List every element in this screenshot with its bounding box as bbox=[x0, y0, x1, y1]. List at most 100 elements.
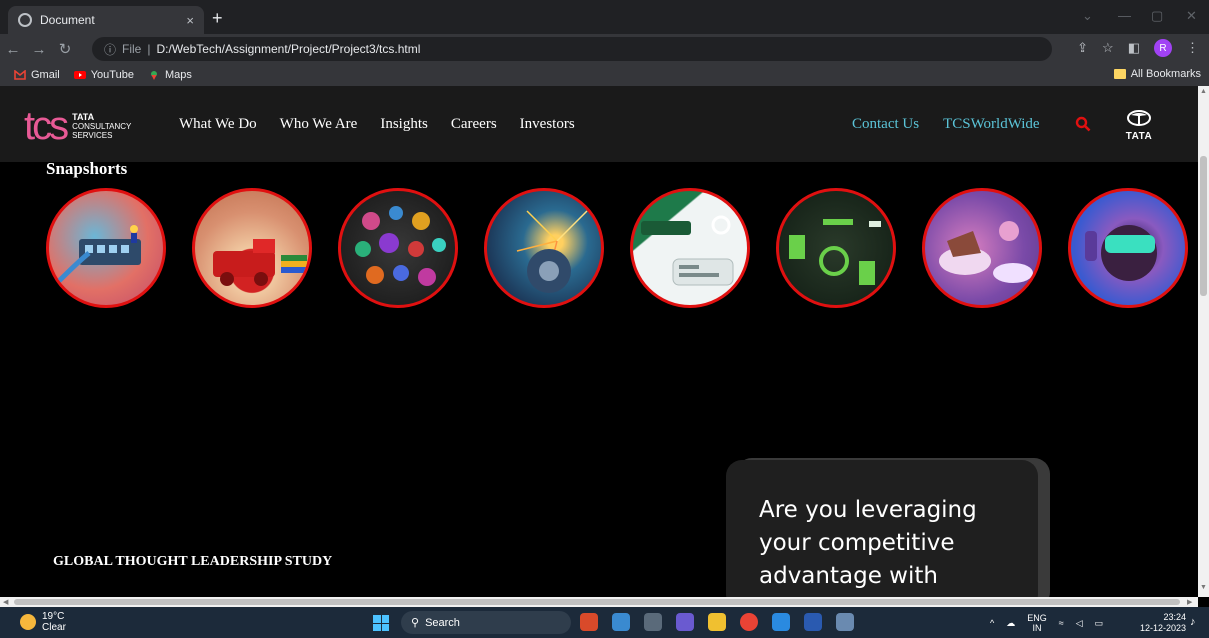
clock-time: 23:24 bbox=[1163, 612, 1187, 622]
nav-what-we-do[interactable]: What We Do bbox=[179, 116, 257, 133]
word-app-icon[interactable] bbox=[804, 613, 822, 631]
card-text-line: advantage with bbox=[759, 563, 938, 589]
forward-icon[interactable]: → bbox=[26, 41, 52, 58]
menu-icon[interactable]: ⋮ bbox=[1186, 40, 1199, 56]
vertical-scroll-thumb[interactable] bbox=[1200, 156, 1207, 296]
vertical-scrollbar[interactable]: ▲ ▼ bbox=[1198, 86, 1209, 597]
promo-card[interactable]: Are you leveraging your competitive adva… bbox=[726, 460, 1038, 597]
browser-window: Document × + ⌄ — ▢ ✕ ← → ↻ ⓘ File | D:/W… bbox=[0, 0, 1209, 638]
nav-tcs-worldwide[interactable]: TCSWorldWide bbox=[943, 116, 1040, 133]
wifi-icon[interactable]: ≈ bbox=[1059, 618, 1064, 628]
toy-truck-image bbox=[213, 239, 307, 286]
circuit-board-image bbox=[789, 219, 881, 285]
volume-icon[interactable]: ◁ bbox=[1076, 618, 1083, 629]
welding-sparks-image bbox=[516, 210, 588, 293]
tab-document[interactable]: Document × bbox=[8, 6, 204, 34]
tab-strip: Document × + ⌄ — ▢ ✕ bbox=[0, 0, 1209, 34]
snapshot-vr-headset[interactable] bbox=[1068, 188, 1188, 308]
bookmark-youtube[interactable]: YouTube bbox=[73, 69, 134, 81]
bookmarks-bar: Gmail YouTube Maps All Bookmarks bbox=[0, 64, 1209, 86]
snipping-app-icon[interactable] bbox=[836, 613, 854, 631]
widgets-app-icon[interactable] bbox=[580, 613, 598, 631]
tab-title: Document bbox=[40, 13, 95, 27]
tab-search-icon[interactable]: ⌄ bbox=[1082, 8, 1093, 24]
maximize-icon[interactable]: ▢ bbox=[1151, 8, 1163, 24]
share-icon[interactable]: ⇪ bbox=[1077, 40, 1088, 56]
vscode-app-icon[interactable] bbox=[772, 613, 790, 631]
bookmark-gmail[interactable]: Gmail bbox=[14, 69, 60, 81]
toolbar-actions: ⇪ ☆ ◧ R ⋮ bbox=[1077, 39, 1199, 57]
snapshot-welding-sparks[interactable] bbox=[484, 188, 604, 308]
url-path[interactable]: D:/WebTech/Assignment/Project/Project3/t… bbox=[156, 42, 420, 56]
sidepanel-icon[interactable]: ◧ bbox=[1128, 40, 1140, 56]
colorful-dots-image bbox=[355, 206, 446, 286]
scroll-left-icon[interactable]: ◀ bbox=[3, 598, 8, 606]
tata-wordmark: TATA bbox=[1125, 131, 1153, 142]
site-header: tcs TATA CONSULTANCY SERVICES What We Do… bbox=[0, 86, 1198, 162]
folder-icon bbox=[1113, 69, 1126, 79]
snapshot-chat-app[interactable] bbox=[630, 188, 750, 308]
copilot-app-icon[interactable] bbox=[612, 613, 630, 631]
scroll-down-icon[interactable]: ▼ bbox=[1200, 584, 1207, 591]
tata-logo[interactable]: TATA bbox=[1118, 110, 1160, 142]
snapshot-circuit-board[interactable] bbox=[776, 188, 896, 308]
nav-who-we-are[interactable]: Who We Are bbox=[280, 116, 358, 133]
weather-widget[interactable]: 19°C Clear bbox=[20, 611, 66, 633]
horizontal-scroll-thumb[interactable] bbox=[14, 599, 1180, 605]
lang-top: ENG bbox=[1027, 613, 1047, 623]
back-icon[interactable]: ← bbox=[0, 41, 26, 58]
minimize-icon[interactable]: — bbox=[1118, 8, 1131, 23]
chevron-up-icon[interactable]: ^ bbox=[990, 618, 994, 628]
lang-bottom: IN bbox=[1032, 623, 1042, 633]
search-icon[interactable] bbox=[1075, 116, 1091, 132]
clock-date: 12-12-2023 bbox=[1140, 623, 1187, 633]
address-bar[interactable]: ⓘ File | D:/WebTech/Assignment/Project/P… bbox=[92, 37, 1052, 61]
globe-icon bbox=[18, 13, 32, 27]
cloud-icon[interactable]: ☁ bbox=[1006, 618, 1015, 629]
snapshot-network-cables[interactable] bbox=[46, 188, 166, 308]
scroll-up-icon[interactable]: ▲ bbox=[1200, 88, 1207, 95]
taskbar-clock[interactable]: 23:24 12-12-2023 bbox=[1140, 612, 1186, 634]
language-indicator[interactable]: ENG IN bbox=[1027, 613, 1047, 633]
windows-start-icon[interactable] bbox=[373, 615, 389, 631]
all-bookmarks-button[interactable]: All Bookmarks bbox=[1113, 68, 1201, 80]
search-icon: ⚲ bbox=[411, 617, 420, 629]
nav-contact-us[interactable]: Contact Us bbox=[852, 116, 919, 133]
card-text-line: your competitive bbox=[759, 530, 955, 556]
info-icon[interactable]: ⓘ bbox=[104, 41, 116, 58]
bookmark-star-icon[interactable]: ☆ bbox=[1102, 40, 1114, 56]
nav-insights[interactable]: Insights bbox=[380, 116, 428, 133]
tab-close-icon[interactable]: × bbox=[186, 13, 194, 28]
snapshot-desserts[interactable] bbox=[922, 188, 1042, 308]
logo-line: SERVICES bbox=[72, 130, 113, 140]
close-window-icon[interactable]: ✕ bbox=[1186, 8, 1197, 24]
tcs-logo[interactable]: tcs TATA CONSULTANCY SERVICES bbox=[24, 106, 131, 146]
nav-investors[interactable]: Investors bbox=[520, 116, 575, 133]
logo-text: TATA CONSULTANCY SERVICES bbox=[72, 112, 131, 140]
global-thought-leadership-heading: GLOBAL THOUGHT LEADERSHIP STUDY bbox=[53, 554, 333, 569]
battery-icon[interactable]: ▭ bbox=[1095, 618, 1104, 629]
task-view-icon[interactable] bbox=[644, 613, 662, 631]
taskbar-search[interactable]: ⚲ Search bbox=[401, 611, 571, 634]
pinned-apps bbox=[580, 613, 854, 631]
scroll-right-icon[interactable]: ▶ bbox=[1187, 598, 1192, 606]
reload-icon[interactable]: ↻ bbox=[52, 40, 78, 58]
teams-app-icon[interactable] bbox=[676, 613, 694, 631]
desserts-image bbox=[939, 221, 1033, 283]
notification-bell-icon[interactable]: ♪ bbox=[1190, 616, 1196, 628]
snapshot-toy-truck[interactable] bbox=[192, 188, 312, 308]
chrome-app-icon[interactable] bbox=[740, 613, 758, 631]
url-separator: | bbox=[147, 42, 151, 56]
snapshot-colorful-dots[interactable] bbox=[338, 188, 458, 308]
profile-avatar[interactable]: R bbox=[1154, 39, 1172, 57]
card-text-line: Are you leveraging bbox=[759, 497, 977, 523]
bookmark-maps[interactable]: Maps bbox=[148, 69, 192, 81]
gmail-icon bbox=[14, 70, 26, 80]
weather-desc: Clear bbox=[42, 622, 66, 633]
maps-icon bbox=[150, 71, 157, 80]
file-explorer-icon[interactable] bbox=[708, 613, 726, 631]
horizontal-scrollbar[interactable]: ◀ ▶ bbox=[0, 597, 1198, 607]
vr-headset-image bbox=[1085, 225, 1157, 281]
nav-careers[interactable]: Careers bbox=[451, 116, 497, 133]
new-tab-button[interactable]: + bbox=[212, 8, 223, 28]
